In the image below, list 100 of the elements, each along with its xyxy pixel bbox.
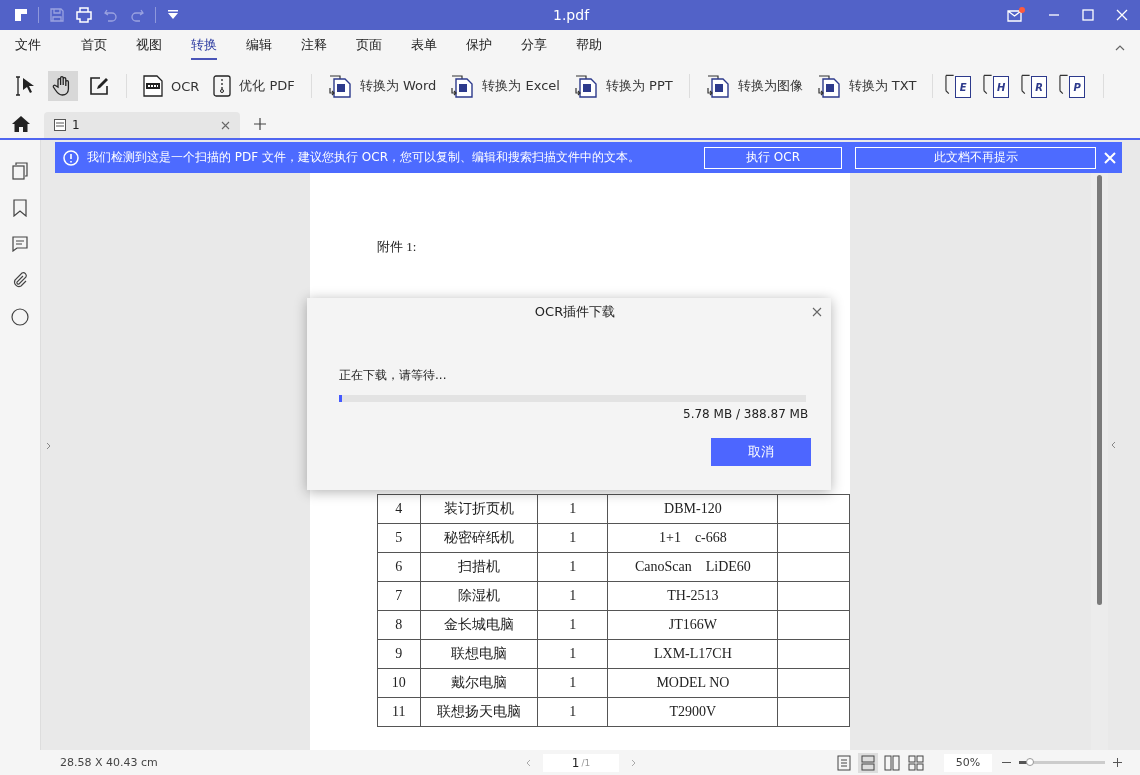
- edit-icon: [88, 75, 110, 97]
- table-cell: CanoScan LiDE60: [607, 552, 778, 582]
- table-cell: 1: [537, 552, 608, 582]
- document-arrow-icon: [945, 73, 955, 97]
- download-size: 5.78 MB / 388.87 MB: [683, 407, 809, 421]
- single-page-icon: [837, 754, 851, 771]
- excel-button[interactable]: 转换为 Excel: [446, 71, 564, 101]
- zip-file-icon: [213, 75, 232, 97]
- ocr-button[interactable]: OCR: [139, 71, 204, 101]
- menu-tab[interactable]: 分享: [521, 32, 547, 60]
- optimize-button[interactable]: 优化 PDF: [209, 71, 299, 101]
- table-cell: 8: [377, 610, 420, 640]
- dismiss-notice-button[interactable]: 此文档不再提示: [855, 146, 1096, 169]
- grid-page-icon: [908, 754, 924, 771]
- txt-button[interactable]: 转换为 TXT: [812, 71, 921, 101]
- menu-tab[interactable]: 文件: [15, 32, 41, 60]
- document-arrow-icon: [1059, 73, 1069, 97]
- double-continuous-view-button[interactable]: [906, 752, 926, 773]
- app-logo-icon: [14, 8, 28, 22]
- collapse-ribbon-icon[interactable]: [1115, 45, 1125, 51]
- table-cell: MODEL NO: [607, 668, 778, 698]
- close-tab-icon[interactable]: [221, 120, 230, 130]
- document-icon: [54, 119, 66, 131]
- table-cell: 1: [537, 494, 608, 524]
- document-tab[interactable]: 1: [44, 112, 240, 138]
- maximize-icon[interactable]: [1082, 9, 1094, 21]
- menu-tab[interactable]: 帮助: [576, 32, 602, 60]
- table-cell: 装订折页机: [420, 494, 538, 524]
- attachment-icon[interactable]: [12, 271, 28, 289]
- table-cell: TH-2513: [607, 581, 778, 611]
- menu-tab[interactable]: 视图: [136, 32, 162, 60]
- table-cell: 1: [537, 610, 608, 640]
- convert-document-icon: [573, 74, 598, 98]
- convert-document-icon: [327, 74, 352, 98]
- page-number-field[interactable]: 1 /1: [543, 753, 619, 772]
- menu-tab[interactable]: 转换: [191, 32, 217, 60]
- dialog-title: OCR插件下载: [534, 303, 616, 321]
- table-cell: 6: [377, 552, 420, 582]
- new-tab-icon[interactable]: [254, 118, 266, 130]
- continuous-view-button[interactable]: [858, 752, 878, 773]
- download-message: 正在下载，请等待...: [339, 367, 448, 384]
- comment-icon[interactable]: [12, 236, 28, 252]
- menu-tab[interactable]: 保护: [466, 32, 492, 60]
- menu-tab[interactable]: 页面: [356, 32, 382, 60]
- ocr-document-icon: [143, 75, 163, 97]
- expand-panel-icon[interactable]: [46, 442, 51, 450]
- continuous-page-icon: [861, 754, 875, 771]
- page-dimensions: 28.58 X 40.43 cm: [60, 756, 159, 769]
- table-cell: 除湿机: [420, 581, 538, 611]
- hand-tool-button[interactable]: [48, 71, 78, 101]
- table-cell: 11: [377, 697, 420, 727]
- word-button[interactable]: 转换为 Word: [323, 71, 441, 101]
- table-cell: 4: [377, 494, 420, 524]
- home-icon[interactable]: [12, 116, 30, 132]
- menu-tab[interactable]: 编辑: [246, 32, 272, 60]
- table-cell: 扫措机: [420, 552, 538, 582]
- convert-document-icon: [705, 74, 730, 98]
- table-cell: 7: [377, 581, 420, 611]
- bookmark-icon[interactable]: [13, 199, 27, 217]
- table-cell: 1: [537, 668, 608, 698]
- window-title: 1.pdf: [553, 7, 590, 23]
- document-arrow-icon: [1021, 73, 1031, 97]
- table-cell: 10: [377, 668, 420, 698]
- close-icon[interactable]: [812, 307, 822, 317]
- menu-tab[interactable]: 注释: [301, 32, 327, 60]
- table-cell: DBM-120: [607, 494, 778, 524]
- table-cell: 1: [537, 523, 608, 553]
- document-caption: 附件 1:: [377, 238, 418, 256]
- table-cell: T2900V: [607, 697, 778, 727]
- table-cell: 秘密碎纸机: [420, 523, 538, 553]
- two-page-icon: [884, 754, 900, 771]
- ppt-button[interactable]: 转换为 PPT: [569, 71, 677, 101]
- table-cell: 1+1 c-668: [607, 523, 778, 553]
- table-cell: 1: [537, 581, 608, 611]
- table-cell: 联想电脑: [420, 639, 538, 669]
- table-cell: LXM-L17CH: [607, 639, 778, 669]
- table-cell: 联想扬天电脑: [420, 697, 538, 727]
- circle-icon[interactable]: [11, 308, 29, 326]
- menu-tab[interactable]: 表单: [411, 32, 437, 60]
- expand-panel-icon[interactable]: [1111, 441, 1116, 449]
- image-button[interactable]: 转换为图像: [701, 71, 807, 101]
- zoom-slider[interactable]: [1019, 761, 1105, 764]
- document-arrow-icon: [983, 73, 993, 97]
- convert-document-icon: [450, 74, 475, 98]
- zoom-in-icon[interactable]: [1113, 758, 1122, 767]
- table-cell: 1: [537, 697, 608, 727]
- zoom-field[interactable]: 50%: [944, 753, 992, 772]
- menu-tab[interactable]: 首页: [81, 32, 107, 60]
- cancel-button[interactable]: 取消: [711, 438, 811, 466]
- run-ocr-button[interactable]: 执行 OCR: [704, 146, 842, 169]
- pages-icon[interactable]: [12, 162, 28, 180]
- table-cell: 1: [537, 639, 608, 669]
- table-cell: 戴尔电脑: [420, 668, 538, 698]
- info-icon: [63, 149, 79, 166]
- print-icon[interactable]: [75, 7, 93, 23]
- table-cell: 9: [377, 639, 420, 669]
- table-cell: JT166W: [607, 610, 778, 640]
- table-cell: 金长城电脑: [420, 610, 538, 640]
- mail-icon[interactable]: [1006, 7, 1026, 23]
- convert-document-icon: [816, 74, 841, 98]
